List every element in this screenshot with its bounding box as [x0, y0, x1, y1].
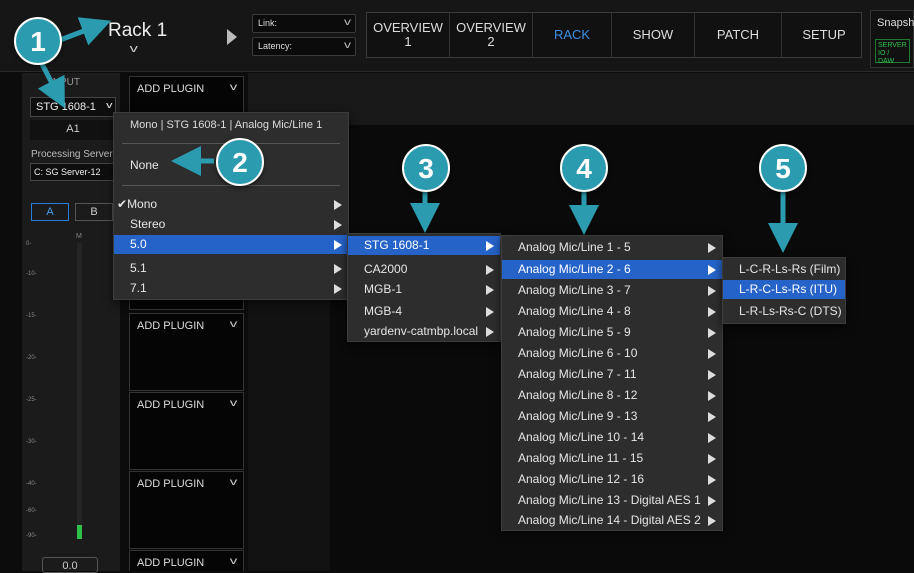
arrow-1-to-input [37, 58, 65, 109]
annotation-arrows [37, 17, 798, 253]
callout-2: 2 [216, 138, 264, 186]
callout-5: 5 [759, 144, 807, 192]
callout-3: 3 [402, 144, 450, 192]
callout-4: 4 [560, 144, 608, 192]
arrow-1-to-rack [59, 17, 112, 46]
callout-1: 1 [14, 17, 62, 65]
